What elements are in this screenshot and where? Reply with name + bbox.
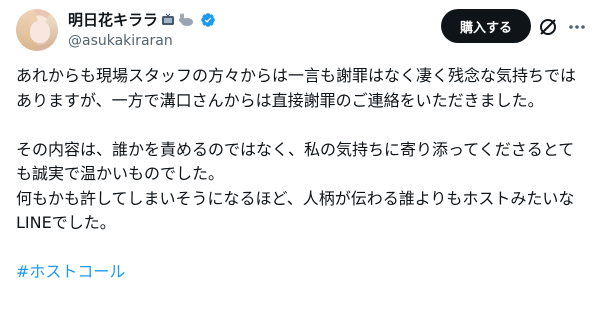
post-body: あれからも現場スタッフの方々からは一言も謝罪はなく凄く残念な気持ちではありますが… (16, 64, 586, 285)
more-dots-icon[interactable] (566, 16, 588, 38)
verified-badge-icon (200, 12, 216, 28)
display-name[interactable]: 明日花キララ (68, 11, 158, 29)
tv-icon (161, 13, 175, 27)
post-paragraph-2-line-2: 何もかも許してしまいそうになるほど、人柄が伝わる誰よりもホストみたいなLINEで… (16, 188, 575, 233)
circle-slash-icon[interactable] (535, 14, 561, 40)
author-handle[interactable]: @asukakiraran (68, 32, 173, 50)
buy-button[interactable]: 購入する (441, 9, 531, 43)
avatar[interactable] (16, 9, 58, 51)
author-name-row[interactable]: 明日花キララ (68, 11, 216, 29)
hashtag-link[interactable]: #ホストコール (16, 260, 586, 285)
post-paragraph-2-line-1: その内容は、誰かを責めるのではなく、私の気持ちに寄り添ってくださるとても誠実で温… (16, 139, 575, 184)
post-paragraph-1: あれからも現場スタッフの方々からは一言も謝罪はなく凄く残念な気持ちではありますが… (16, 66, 577, 110)
rabbit-icon (178, 13, 194, 27)
